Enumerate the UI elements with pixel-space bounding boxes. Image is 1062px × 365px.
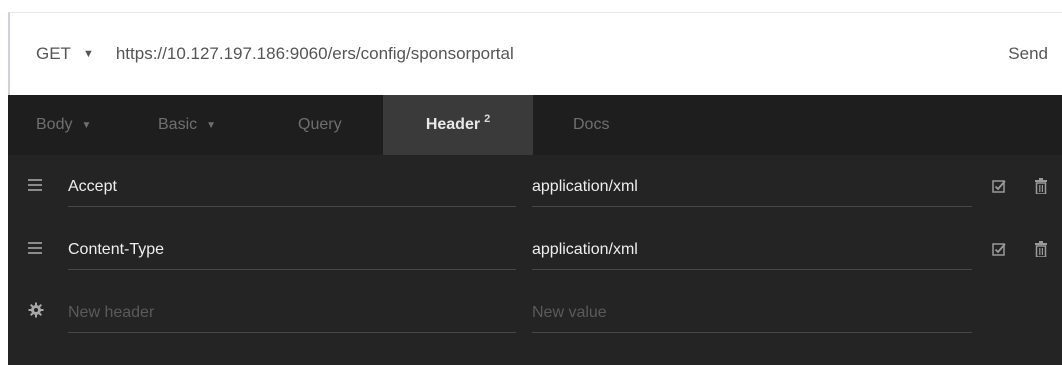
tab-body-label: Body <box>36 116 73 133</box>
tab-body[interactable]: Body ▼ <box>8 95 108 155</box>
drag-handle-icon[interactable] <box>28 179 42 191</box>
tab-bar: Body ▼ Basic ▼ Query Header 2 Docs <box>8 95 1062 155</box>
tab-docs[interactable]: Docs <box>533 95 653 155</box>
new-header-name-input[interactable]: New header <box>68 293 516 333</box>
checkbox-checked-icon[interactable] <box>992 179 1006 193</box>
trash-icon[interactable] <box>1035 178 1047 194</box>
header-row: Content-Type application/xml <box>8 218 1062 280</box>
tab-query-label: Query <box>298 116 342 133</box>
header-value-field[interactable]: application/xml <box>532 167 972 207</box>
new-header-row: New header New value <box>8 281 1062 343</box>
trash-icon[interactable] <box>1035 241 1047 257</box>
method-dropdown[interactable]: GET ▼ <box>36 44 94 64</box>
header-row: Accept application/xml <box>8 155 1062 217</box>
send-button[interactable]: Send <box>1008 44 1048 64</box>
tab-query[interactable]: Query <box>258 95 383 155</box>
gear-icon <box>28 302 44 318</box>
tab-basic-label: Basic <box>158 116 198 133</box>
header-name-field[interactable]: Accept <box>68 167 516 207</box>
method-label: GET <box>36 44 71 63</box>
tab-header-label: Header <box>425 116 481 133</box>
header-editor: Accept application/xml Content-Type appl… <box>8 155 1062 365</box>
new-header-value-input[interactable]: New value <box>532 293 972 333</box>
caret-down-icon: ▼ <box>82 48 94 60</box>
caret-down-icon: ▼ <box>206 119 217 131</box>
checkbox-checked-icon[interactable] <box>992 242 1006 256</box>
tab-header[interactable]: Header 2 <box>383 95 533 155</box>
header-count-badge: 2 <box>484 113 491 125</box>
header-name-field[interactable]: Content-Type <box>68 230 516 270</box>
drag-handle-icon[interactable] <box>28 242 42 254</box>
tab-docs-label: Docs <box>573 116 610 133</box>
url-input[interactable] <box>115 44 1009 64</box>
url-bar: GET ▼ Send <box>8 12 1062 95</box>
request-app: GET ▼ Send Body ▼ Basic ▼ Query Header 2… <box>0 0 1062 365</box>
caret-down-icon: ▼ <box>81 119 92 131</box>
header-value-field[interactable]: application/xml <box>532 230 972 270</box>
tab-basic[interactable]: Basic ▼ <box>108 95 258 155</box>
